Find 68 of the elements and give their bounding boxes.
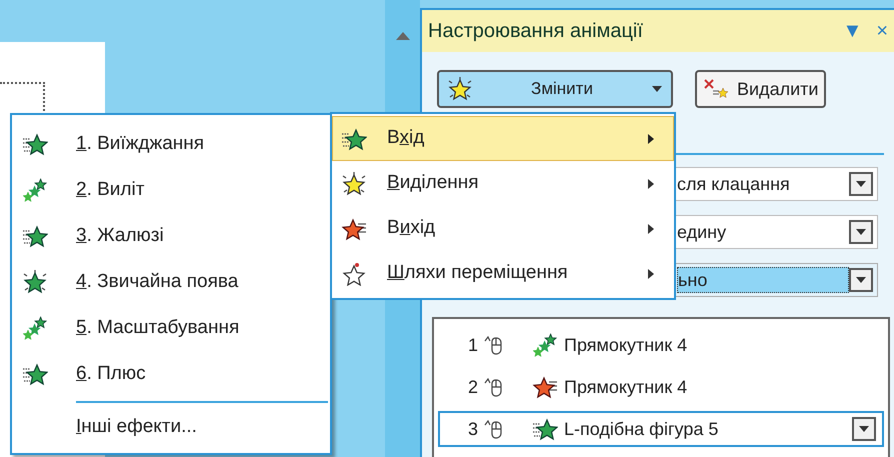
star-lines-icon	[22, 362, 48, 386]
order-number: 1	[468, 334, 478, 356]
dropdown-button[interactable]	[849, 172, 873, 196]
mouse-click-icon	[484, 418, 504, 440]
field-value: ьно	[677, 267, 849, 293]
star-lines-icon	[532, 375, 558, 399]
effect-label: 6. Плюс	[76, 362, 146, 386]
effect-menu-item[interactable]: 1. Виїжджання	[12, 121, 330, 167]
close-button[interactable]: ×	[876, 16, 888, 46]
dropdown-button[interactable]	[849, 220, 873, 244]
submenu-arrow-icon	[647, 178, 655, 190]
effect-type-label: Вихід	[387, 216, 436, 240]
effect-label: 2. Виліт	[76, 178, 144, 202]
submenu-arrow-icon	[647, 222, 655, 234]
dropdown-button[interactable]	[852, 417, 876, 441]
star-lines-icon	[341, 126, 367, 150]
submenu-arrow-icon	[647, 132, 655, 144]
object-name: Прямокутник 4	[564, 376, 688, 399]
effect-menu-item[interactable]: 5. Масштабування	[12, 305, 330, 351]
effect-type-label: Виділення	[387, 171, 480, 196]
dropdown-button[interactable]	[849, 268, 873, 292]
object-name: L-подібна фігура 5	[564, 418, 720, 441]
field-value: едину	[677, 220, 728, 244]
effect-menu-item[interactable]: 4. Звичайна поява	[12, 259, 330, 305]
order-number: 3	[468, 418, 478, 440]
star-lines-icon	[22, 132, 48, 156]
stars-trail-icon	[532, 333, 558, 357]
field-value: сля клацання	[677, 172, 791, 196]
effect-label: 1. Виїжджання	[76, 132, 204, 156]
pane-title: Настроювання анімації	[428, 19, 644, 44]
animation-list-item[interactable]: 1 Прямокутник 4	[438, 327, 884, 363]
star-lines-icon	[22, 224, 48, 248]
caret-icon	[855, 276, 867, 284]
effect-type-item[interactable]: Вхід	[332, 116, 674, 161]
star-rays-icon	[341, 172, 367, 196]
star-rays-icon	[22, 270, 48, 294]
effect-label: 4. Звичайна поява	[76, 270, 238, 294]
caret-icon	[855, 228, 867, 236]
submenu-arrow-icon	[647, 268, 655, 280]
delete-button[interactable]: Видалити	[695, 70, 826, 108]
caret-icon	[651, 85, 663, 93]
stars-trail-icon	[22, 178, 48, 202]
effect-label: 5. Масштабування	[76, 316, 240, 340]
effect-menu-item[interactable]: 2. Виліт	[12, 167, 330, 213]
star-lines-icon	[341, 216, 367, 240]
object-name: Прямокутник 4	[564, 334, 688, 357]
star-rays-icon	[447, 77, 473, 101]
stars-trail-icon	[22, 316, 48, 340]
change-button[interactable]: Змінити	[437, 70, 673, 108]
effect-type-label: Шляхи переміщення	[387, 261, 569, 286]
pane-menu-button[interactable]: ▼	[842, 16, 862, 46]
effect-menu-item[interactable]: 6. Плюс	[12, 351, 330, 397]
caret-icon	[855, 180, 867, 188]
star-outline-icon	[341, 262, 367, 286]
star-lines-icon	[532, 417, 558, 441]
animation-list-item[interactable]: 2 Прямокутник 4	[438, 369, 884, 405]
mouse-click-icon	[484, 376, 504, 398]
effect-menu-item[interactable]: 3. Жалюзі	[12, 213, 330, 259]
scroll-up-icon[interactable]	[396, 32, 410, 40]
more-effects-item[interactable]: Інші ефекти...	[12, 407, 330, 447]
mouse-click-icon	[484, 334, 504, 356]
order-number: 2	[468, 376, 478, 398]
delete-effect-icon	[703, 78, 731, 100]
caret-icon	[858, 425, 870, 433]
animation-list-item[interactable]: 3 L-подібна фігура 5	[438, 411, 884, 447]
more-effects-label: Інші ефекти...	[76, 414, 197, 439]
effect-label: 3. Жалюзі	[76, 224, 164, 248]
effect-type-label: Вхід	[387, 126, 426, 150]
